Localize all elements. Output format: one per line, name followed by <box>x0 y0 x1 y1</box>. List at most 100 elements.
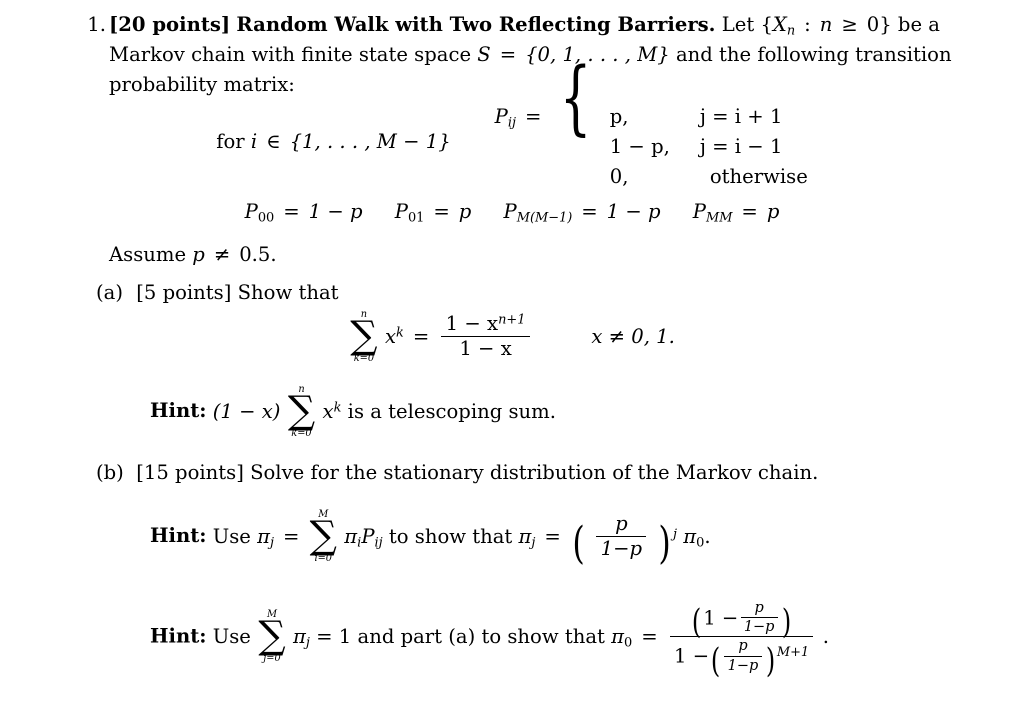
ratio-denominator-b1: 1−p <box>596 536 647 560</box>
hint-b2-and-part: and part (a) to show that <box>357 625 605 649</box>
not-equal-operator: ≠ <box>213 243 231 266</box>
result-pi-symbol-b1: π <box>518 525 532 549</box>
hint-b2-period: . <box>822 625 830 649</box>
hint-b1-equals: = <box>283 525 300 549</box>
sum-lower-limit-a: k=0 <box>353 352 375 364</box>
for-keyword: for <box>216 130 245 153</box>
case-value-1: 1 − p, <box>609 135 670 158</box>
part-b-hint-1: Hint: Use πj = M ∑ i=0 πiPij to show tha… <box>150 510 711 570</box>
zero-literal: 0 <box>866 13 880 36</box>
boundary-item-1: P01 = p <box>395 200 472 226</box>
part-b-label: (b) <box>96 461 124 484</box>
summand-base-a: x <box>384 325 397 349</box>
sigma-icon: ∑ <box>258 614 286 659</box>
summation-operator-b1: M ∑ i=0 <box>310 510 337 563</box>
summand-b1: πiPij <box>344 525 383 551</box>
matrix-P-symbol: P <box>494 105 508 128</box>
boundary-probabilities: P00 = 1 − p P01 = p PM(M−1) = 1 − p PMM … <box>0 200 1024 226</box>
ge-operator: ≥ <box>841 13 858 36</box>
hint-b1-power-expression: ( p 1−p ) j <box>572 512 677 570</box>
boundary-rhs-3: p <box>766 200 780 223</box>
cases-equals: = <box>524 105 542 128</box>
hint-b1-result-equals: = <box>544 525 561 549</box>
boundary-rhs-0: 1 − p <box>308 200 363 223</box>
boundary-P-3: P <box>692 200 706 223</box>
hint-b2-result-equals: = <box>641 625 658 649</box>
numerator-one-minus: 1 − <box>703 606 739 630</box>
big-fraction-denominator: 1 −(p 1−p) M+1 <box>669 636 814 677</box>
boundary-rhs-1: p <box>458 200 472 223</box>
cases-inner: for i ∈ {1, . . . , M − 1} Pij = { p, j … <box>0 56 1024 188</box>
equation-a-equals: = <box>412 325 430 349</box>
hint-a-label: Hint: <box>150 399 207 423</box>
cases-grid: p, j = i + 1 1 − p, j = i − 1 0, otherwi… <box>610 105 808 188</box>
power-exponent-b1: j <box>672 527 677 543</box>
points-label: [20 points] <box>109 13 231 36</box>
hint-b1-result-pi: πj <box>518 525 536 551</box>
hint-b1-label: Hint: <box>150 524 207 548</box>
summand-P-b1: P <box>361 525 375 549</box>
intro-markov-chain: Markov chain with finite state space <box>109 42 472 66</box>
result-pi-subscript-b1: j <box>531 535 536 551</box>
state-space-set: {0, 1, . . . , M} <box>525 42 670 66</box>
summation-operator-hint-a: n ∑ k=0 <box>288 385 315 438</box>
part-a-points: [5 points] <box>136 281 232 304</box>
part-b-header: (b) [15 points] Solve for the stationary… <box>96 461 818 484</box>
hint-b2-use: Use <box>212 625 251 649</box>
assume-variable: p <box>192 243 205 266</box>
index-i: i <box>250 130 258 153</box>
denominator-inner-den: 1−p <box>724 655 762 674</box>
geometric-sum-fraction: 1 − xn+1 1 − x <box>441 312 530 360</box>
hint-b1-use: Use <box>212 525 251 549</box>
document-page: 1. [20 points] Random Walk with Two Refl… <box>0 0 1024 703</box>
boundary-equals-3: = <box>741 200 758 223</box>
part-a-equation: n ∑ k=0 xk = 1 − xn+1 1 − x x ≠ 0, 1. <box>0 310 1024 363</box>
case-value-0: p, <box>609 105 629 128</box>
pi-symbol: π <box>257 525 271 549</box>
intro-be-a: be a <box>897 13 940 36</box>
case-condition-1: j = i − 1 <box>699 135 783 158</box>
assume-statement: Assume p ≠ 0.5. <box>109 243 277 266</box>
problem-body: [20 points] Random Walk with Two Reflect… <box>109 10 976 99</box>
for-i-condition: for i ∈ {1, . . . , M − 1} <box>216 130 450 153</box>
part-a-header: (a) [5 points] Show that <box>96 281 339 304</box>
big-fraction-numerator: (1 − p 1−p) <box>692 600 792 642</box>
intro-matrix-word: matrix: <box>223 72 295 96</box>
boundary-sub-1: 01 <box>407 210 425 226</box>
part-a-label: (a) <box>96 281 123 304</box>
problem-number: 1. <box>87 13 106 36</box>
summand-pi-b2: π <box>293 625 306 649</box>
boundary-sub-2: M(M−1) <box>516 210 573 226</box>
pi-zero-big-fraction: (1 − p 1−p) 1 −(p 1−p) M+1 <box>669 600 814 677</box>
result-pi-symbol-b2: π <box>611 625 625 649</box>
problem-statement: 1. [20 points] Random Walk with Two Refl… <box>76 10 976 99</box>
numerator-exponent-a: n+1 <box>498 312 526 328</box>
pi-subscript-j: j <box>270 535 275 551</box>
var-n: n <box>819 13 833 36</box>
hint-b1-pi-j: πj <box>257 525 275 551</box>
equals-operator: = <box>499 42 517 66</box>
boundary-sub-3: MM <box>705 210 733 226</box>
case-condition-2: otherwise <box>709 165 808 188</box>
summand-a: xk <box>385 325 404 348</box>
summand-hint-a: xk <box>323 400 342 423</box>
fraction-denominator-a: 1 − x <box>441 336 530 360</box>
part-b-text: Solve for the stationary distribution of… <box>250 461 819 484</box>
hint-b1-to-show: to show that <box>388 525 513 549</box>
trailing-pi-symbol-b1: π <box>683 525 697 549</box>
boundary-item-2: PM(M−1) = 1 − p <box>504 200 661 226</box>
boundary-item-0: P00 = 1 − p <box>244 200 363 225</box>
summation-operator-a: n ∑ k=0 <box>350 310 377 363</box>
summand-P-sub-b1: ij <box>374 535 383 551</box>
boundary-P-0: P <box>244 200 258 223</box>
denominator-exponent: M+1 <box>776 645 810 661</box>
result-pi-subscript-b2: 0 <box>624 636 633 652</box>
index-range-set: {1, . . . , M − 1} <box>289 130 451 153</box>
transition-probability-cases: for i ∈ {1, . . . , M − 1} Pij = { p, j … <box>0 56 1024 188</box>
part-b-points: [15 points] <box>136 461 244 484</box>
assume-keyword: Assume <box>109 243 187 266</box>
hint-b1-trailing-pi: π0. <box>683 525 710 550</box>
ratio-fraction-b1: p 1−p <box>596 513 647 560</box>
boundary-item-3: PMM = p <box>692 200 780 226</box>
numerator-inner-num: p <box>754 600 764 616</box>
